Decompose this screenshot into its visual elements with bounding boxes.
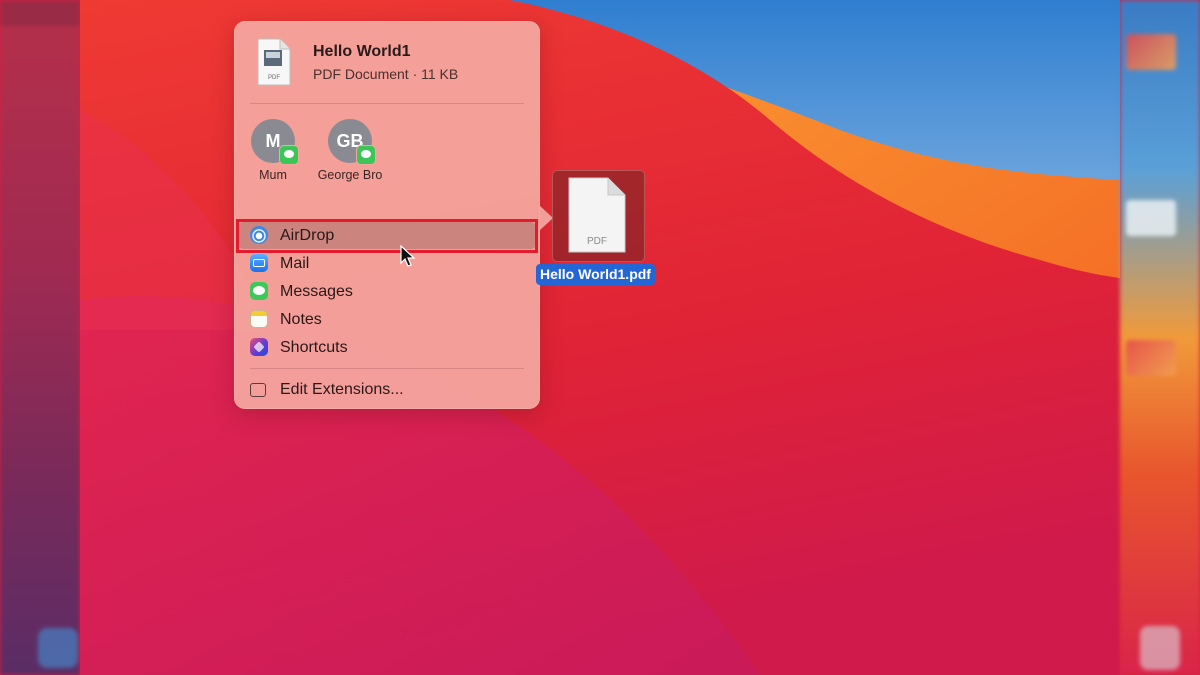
extensions-icon <box>250 383 266 397</box>
document-subtitle: PDF Document · 11 KB <box>313 66 459 82</box>
contact-name: Mum <box>259 168 287 182</box>
divider <box>250 368 524 369</box>
document-title: Hello World1 <box>313 43 411 60</box>
right-blurred-panel <box>1120 0 1200 675</box>
menu-item-edit-extensions[interactable]: Edit Extensions... <box>238 376 536 403</box>
trash-dock-icon[interactable] <box>1140 626 1180 670</box>
contact-name: George Bro <box>317 168 383 182</box>
menu-item-shortcuts[interactable]: Shortcuts <box>238 334 536 361</box>
menu-pointer-arrow <box>539 205 553 231</box>
divider <box>250 103 524 104</box>
menu-item-mail[interactable]: Mail <box>238 250 536 277</box>
contact-george-bro[interactable]: GB George Bro <box>315 119 385 182</box>
pdf-file-icon[interactable]: PDF <box>566 176 628 254</box>
window-thumbnail[interactable] <box>1126 340 1176 376</box>
contact-mum[interactable]: M Mum <box>238 119 308 182</box>
menu-item-label: Mail <box>280 255 310 272</box>
window-thumbnail[interactable] <box>1126 200 1176 236</box>
window-thumbnail[interactable] <box>1126 34 1176 70</box>
avatar: M <box>251 119 299 165</box>
svg-text:PDF: PDF <box>587 236 607 247</box>
left-menu-bar <box>0 0 80 26</box>
notes-icon <box>250 310 268 328</box>
shortcuts-icon <box>250 338 268 356</box>
menu-item-label: Shortcuts <box>280 339 348 356</box>
share-menu: PDF Hello World1 PDF Document · 11 KB M … <box>234 21 540 409</box>
messages-icon <box>250 282 268 300</box>
file-name-label[interactable]: Hello World1.pdf <box>536 264 655 285</box>
menu-item-messages[interactable]: Messages <box>238 278 536 305</box>
desktop-screen: PDF Hello World1 PDF Document · 11 KB M … <box>0 0 1200 675</box>
airdrop-highlight-box <box>236 219 538 253</box>
menu-item-label: Notes <box>280 311 322 328</box>
mail-icon <box>250 254 268 272</box>
finder-dock-icon[interactable] <box>38 628 78 668</box>
left-blurred-panel <box>0 0 80 675</box>
messages-badge-icon <box>279 145 299 165</box>
avatar: GB <box>328 119 376 165</box>
svg-text:PDF: PDF <box>268 75 280 81</box>
messages-badge-icon <box>356 145 376 165</box>
menu-item-label: Messages <box>280 283 353 300</box>
mouse-cursor-icon <box>400 245 416 267</box>
pdf-document-icon: PDF <box>257 38 291 86</box>
menu-item-label: Edit Extensions... <box>280 381 404 398</box>
menu-item-notes[interactable]: Notes <box>238 306 536 333</box>
